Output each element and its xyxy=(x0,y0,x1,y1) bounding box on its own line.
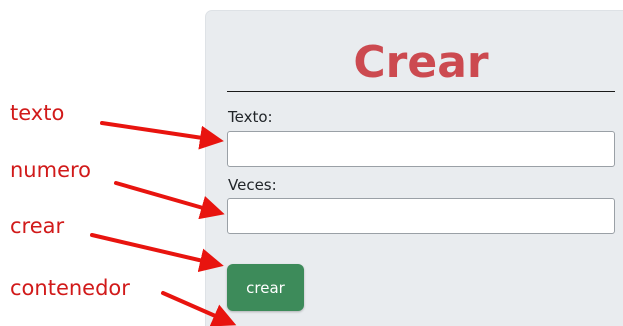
annotation-label-crear: crear xyxy=(10,214,65,238)
annotation-label-numero: numero xyxy=(10,158,92,182)
crear-button[interactable]: crear xyxy=(227,264,304,311)
annotation-label-contenedor: contenedor xyxy=(10,276,130,300)
texto-label: Texto: xyxy=(228,108,273,126)
arrow-texto xyxy=(100,121,224,150)
annotation-label-texto: texto xyxy=(10,101,65,125)
form-title: Crear xyxy=(353,37,489,88)
arrow-numero xyxy=(114,181,225,220)
texto-input[interactable] xyxy=(227,131,615,167)
arrow-crear xyxy=(90,233,224,273)
screenshot-stage: Crear Texto: Veces: crear texto numero c… xyxy=(0,0,623,326)
veces-label: Veces: xyxy=(228,176,277,194)
title-divider xyxy=(227,91,615,92)
veces-input[interactable] xyxy=(227,198,615,234)
